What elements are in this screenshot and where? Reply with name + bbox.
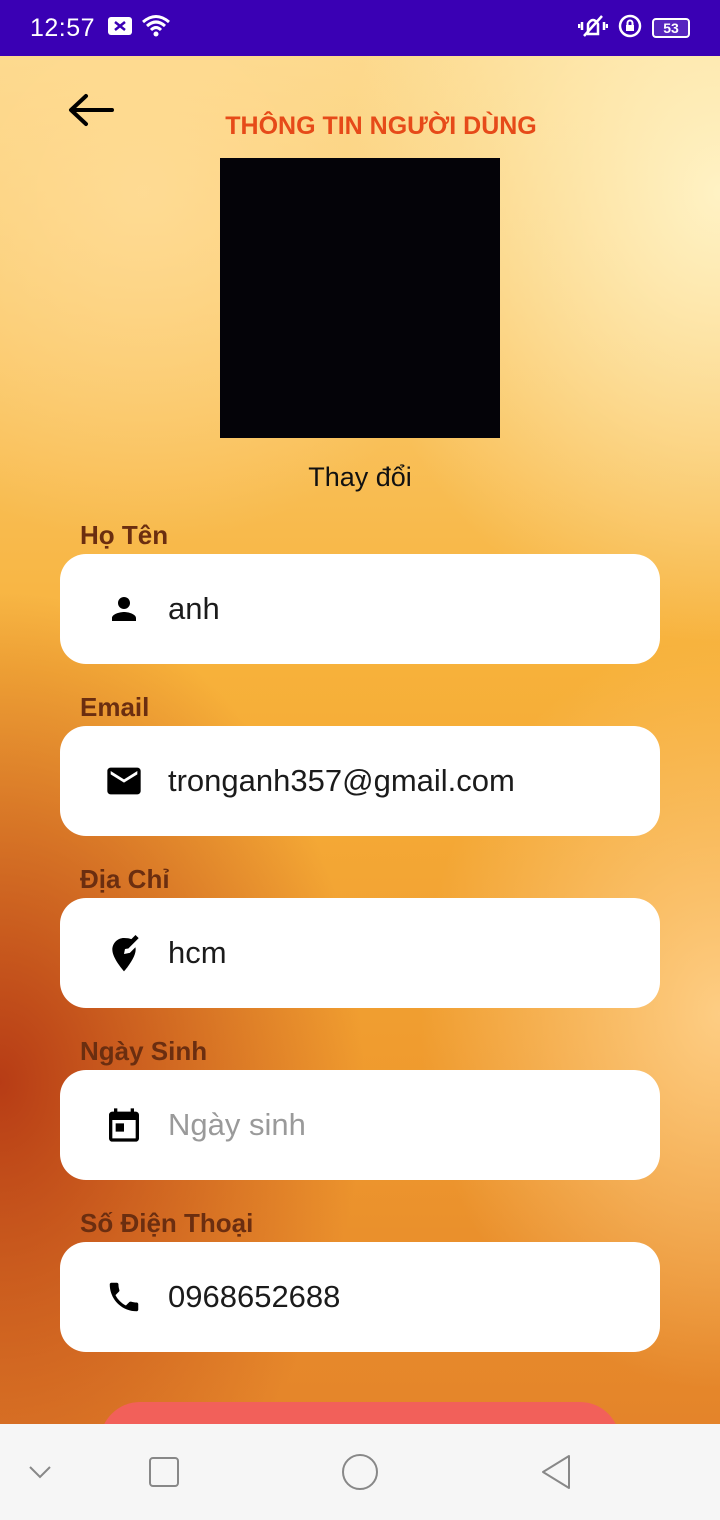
page-title: THÔNG TIN NGƯỜI DÙNG: [225, 112, 537, 140]
status-bar: 12:57 53: [0, 0, 720, 56]
recent-apps-icon[interactable]: [144, 1452, 184, 1492]
edit-location-icon: [104, 933, 144, 973]
name-input[interactable]: [168, 591, 628, 627]
birthday-input[interactable]: [168, 1107, 628, 1143]
mail-icon: [104, 761, 144, 801]
home-icon[interactable]: [340, 1452, 380, 1492]
battery-icon: 53: [652, 18, 690, 38]
wifi-icon: [141, 14, 171, 43]
phone-input[interactable]: [168, 1279, 628, 1315]
notification-icon: [107, 16, 133, 41]
vibrate-icon: [577, 14, 609, 43]
name-label: Họ Tên: [80, 520, 169, 550]
avatar-image[interactable]: [220, 158, 500, 438]
person-icon: [104, 589, 144, 629]
phone-field-box[interactable]: [60, 1242, 660, 1352]
profile-screen: THÔNG TIN NGƯỜI DÙNG Thay đổi Họ Tên Ema…: [0, 56, 720, 1424]
address-field-box[interactable]: [60, 898, 660, 1008]
birthday-label: Ngày Sinh: [80, 1036, 208, 1066]
phone-icon: [104, 1277, 144, 1317]
birthday-field-box[interactable]: [60, 1070, 660, 1180]
phone-label: Số Điện Thoại: [80, 1208, 254, 1238]
calendar-icon: [104, 1105, 144, 1145]
change-avatar-button[interactable]: Thay đổi: [0, 462, 720, 493]
submit-button[interactable]: [100, 1402, 620, 1424]
email-label: Email: [80, 692, 150, 722]
email-input[interactable]: [168, 763, 628, 799]
chevron-down-icon[interactable]: [20, 1452, 60, 1492]
rotation-lock-icon: [618, 14, 642, 43]
address-label: Địa Chỉ: [80, 864, 170, 894]
status-time: 12:57: [30, 13, 96, 42]
navigation-bar: [0, 1424, 720, 1520]
email-field-box[interactable]: [60, 726, 660, 836]
back-icon[interactable]: [536, 1452, 576, 1492]
address-input[interactable]: [168, 935, 628, 971]
name-field-box[interactable]: [60, 554, 660, 664]
